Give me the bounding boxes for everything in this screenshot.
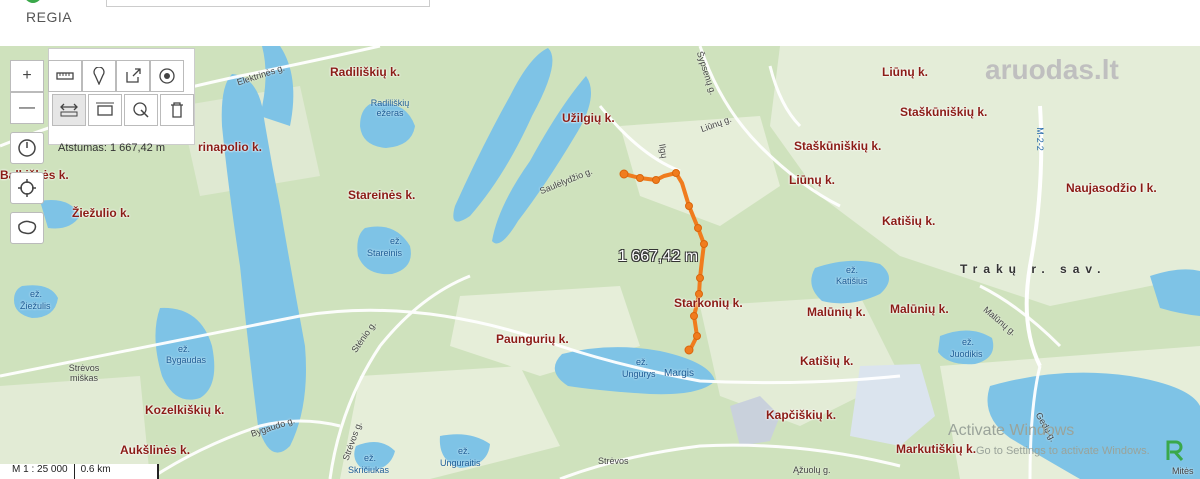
share-icon	[126, 68, 141, 83]
scale-length: 0.6 km	[75, 464, 159, 479]
area-measure-icon	[96, 102, 114, 116]
ruler-icon	[56, 72, 74, 80]
regia-logo-icon	[26, 0, 40, 3]
scale-ratio: M 1 : 25 000	[0, 464, 75, 479]
trash-icon	[171, 102, 183, 118]
clock-icon	[18, 139, 36, 157]
distance-readout: Atstumas: 1 667,42 m	[58, 142, 165, 154]
locate-button[interactable]	[10, 172, 44, 204]
marker-button[interactable]	[82, 60, 116, 92]
point-button[interactable]	[150, 60, 184, 92]
export-button[interactable]	[116, 60, 150, 92]
plus-icon: +	[22, 67, 32, 84]
regia-corner-icon	[1166, 440, 1184, 461]
ruler-button[interactable]	[48, 60, 82, 92]
zoom-in-button[interactable]: +	[10, 60, 44, 92]
top-bar: REGIA	[0, 0, 1200, 46]
area-tool-button[interactable]	[88, 94, 122, 126]
polygon-icon	[18, 220, 37, 235]
clock-button[interactable]	[10, 132, 44, 164]
area-button[interactable]	[10, 212, 44, 244]
scale-bar: M 1 : 25 000 0.6 km	[0, 464, 159, 479]
pin-icon	[93, 67, 105, 85]
reset-tool-button[interactable]	[124, 94, 158, 126]
crosshair-icon	[18, 179, 36, 197]
cursor-icon	[133, 102, 149, 118]
distance-icon	[60, 103, 78, 117]
delete-button[interactable]	[160, 94, 194, 126]
distance-tool-button[interactable]	[52, 94, 86, 126]
zoom-out-button[interactable]: —	[10, 92, 44, 124]
brand-name: REGIA	[26, 9, 73, 25]
search-input[interactable]	[106, 0, 430, 7]
minus-icon: —	[19, 99, 35, 116]
target-icon	[159, 68, 175, 84]
